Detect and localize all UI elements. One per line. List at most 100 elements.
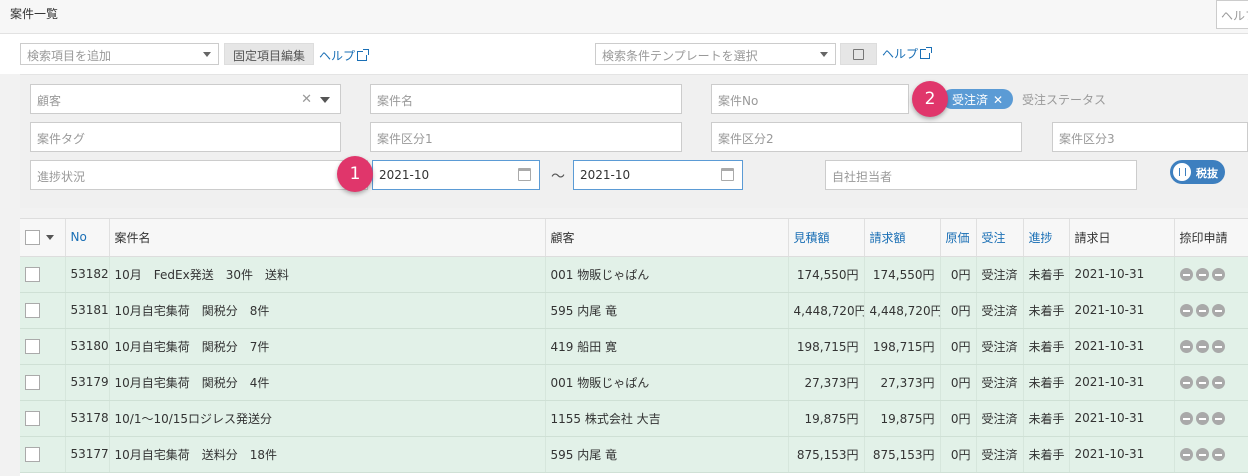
cell-progress: 未着手 [1023, 400, 1070, 437]
cell-order: 受注済 [976, 400, 1024, 437]
customer-placeholder: 顧客 [37, 94, 62, 108]
search-toolbar: 検索項目を追加 固定項目編集 ヘルプ 検索条件テンプレートを選択 ヘルプ [0, 34, 1248, 74]
stamp-status-icon [1195, 376, 1209, 389]
staff-input[interactable]: 自社担当者 [825, 160, 1137, 190]
select-all-header[interactable] [20, 219, 66, 257]
date-to-input[interactable]: 2021-10 [573, 160, 743, 190]
cell-no: 53179 [65, 364, 110, 401]
header-progress[interactable]: 進捗 [1023, 219, 1070, 257]
cell-case-name[interactable]: 10月自宅集荷 関税分 7件 [109, 328, 546, 365]
stamp-status-icon [1195, 304, 1209, 317]
cell-estimate: 875,153円 [788, 436, 865, 473]
cell-case-name[interactable]: 10/1～10/15ロジレス発送分 [109, 400, 546, 437]
stamp-status-icon [1195, 412, 1209, 425]
cell-invoice-date: 2021-10-31 [1069, 256, 1175, 293]
cell-progress: 未着手 [1023, 364, 1070, 401]
stamp-status-icon [1211, 448, 1225, 461]
help-link[interactable]: ヘルプ [319, 47, 370, 64]
add-search-item-select[interactable]: 検索項目を追加 [20, 43, 219, 65]
save-icon [853, 49, 864, 60]
table-row[interactable]: 53182 10月 FedEx発送 30件 送料 001 物販じゃぱん 174,… [20, 256, 1248, 293]
row-checkbox-cell[interactable] [20, 436, 66, 473]
header-order[interactable]: 受注 [976, 219, 1024, 257]
table-row[interactable]: 53178 10/1～10/15ロジレス発送分 1155 株式会社 大吉 19,… [20, 400, 1248, 437]
row-checkbox-cell[interactable] [20, 256, 66, 293]
tax-toggle[interactable]: 税抜 [1170, 160, 1225, 184]
cell-customer: 001 物販じゃぱん [545, 364, 789, 401]
row-checkbox[interactable] [25, 338, 40, 354]
cell-stamp [1174, 328, 1248, 365]
fixed-item-edit-button[interactable]: 固定項目編集 [224, 43, 315, 65]
help-link-label: ヘルプ [319, 49, 356, 63]
cell-estimate: 4,448,720円 [788, 292, 865, 329]
row-checkbox-cell[interactable] [20, 364, 66, 401]
cell-case-name[interactable]: 10月自宅集荷 送料分 18件 [109, 436, 546, 473]
customer-select[interactable]: 顧客 ✕ [30, 84, 341, 114]
date-to-value: 2021-10 [580, 168, 631, 182]
step-marker-1: 1 [337, 156, 373, 192]
cell-progress: 未着手 [1023, 436, 1070, 473]
case-category1-input[interactable]: 案件区分1 [370, 122, 682, 152]
cell-invoice-date: 2021-10-31 [1069, 400, 1175, 437]
table-row[interactable]: 53179 10月自宅集荷 関税分 4件 001 物販じゃぱん 27,373円 … [20, 364, 1248, 401]
cell-no: 53181 [65, 292, 110, 329]
row-checkbox-cell[interactable] [20, 400, 66, 437]
header-cost[interactable]: 原価 [940, 219, 977, 257]
help-search-input[interactable]: ヘルプ [1216, 0, 1248, 29]
cell-estimate: 27,373円 [788, 364, 865, 401]
header-invoice[interactable]: 請求額 [864, 219, 941, 257]
chevron-down-icon[interactable] [46, 234, 54, 240]
cell-stamp [1174, 364, 1248, 401]
status-chip-label: 受注済 [952, 93, 989, 107]
cell-cost: 0円 [940, 400, 977, 437]
case-tag-input[interactable]: 案件タグ [30, 122, 341, 152]
help-link-2[interactable]: ヘルプ [882, 45, 933, 62]
save-template-button[interactable] [840, 43, 877, 65]
case-category2-input[interactable]: 案件区分2 [711, 122, 1022, 152]
clear-icon[interactable]: ✕ [301, 92, 312, 107]
top-bar: 案件一覧 ヘルプ [0, 0, 1248, 34]
table-row[interactable]: 53181 10月自宅集荷 関税分 8件 595 内尾 竜 4,448,720円… [20, 292, 1248, 329]
cell-order: 受注済 [976, 436, 1024, 473]
case-name-input[interactable]: 案件名 [370, 84, 682, 114]
stamp-status-icon [1179, 304, 1193, 317]
cell-stamp [1174, 256, 1248, 293]
case-table: No 案件名 顧客 見積額 請求額 原価 受注 進捗 請求日 捺印申請 5318… [20, 218, 1248, 476]
cell-case-name[interactable]: 10月自宅集荷 関税分 8件 [109, 292, 546, 329]
template-select[interactable]: 検索条件テンプレートを選択 [595, 43, 836, 65]
row-checkbox[interactable] [25, 446, 40, 462]
table-row[interactable]: 53177 10月自宅集荷 送料分 18件 595 内尾 竜 875,153円 … [20, 436, 1248, 473]
page-title: 案件一覧 [10, 7, 59, 21]
stamp-status-icon [1211, 340, 1225, 353]
row-checkbox[interactable] [25, 374, 40, 390]
header-estimate[interactable]: 見積額 [788, 219, 865, 257]
calendar-icon [518, 168, 531, 181]
cell-case-name[interactable]: 10月自宅集荷 関税分 4件 [109, 364, 546, 401]
remove-chip-icon[interactable]: ✕ [993, 93, 1003, 107]
row-checkbox[interactable] [25, 410, 40, 426]
stamp-status-icon [1179, 268, 1193, 281]
stamp-status-icon [1211, 268, 1225, 281]
status-chip[interactable]: 受注済 ✕ [942, 89, 1014, 109]
add-search-item-placeholder: 検索項目を追加 [27, 49, 112, 63]
cell-invoice: 27,373円 [864, 364, 941, 401]
cell-customer: 001 物販じゃぱん [545, 256, 789, 293]
case-category3-input[interactable]: 案件区分3 [1052, 122, 1248, 152]
row-checkbox-cell[interactable] [20, 292, 66, 329]
cell-case-name[interactable]: 10月 FedEx発送 30件 送料 [109, 256, 546, 293]
row-checkbox[interactable] [25, 266, 40, 282]
status-input[interactable]: 受注ステータス [1022, 91, 1106, 108]
row-checkbox-cell[interactable] [20, 328, 66, 365]
select-all-checkbox[interactable] [25, 229, 40, 245]
cell-customer: 1155 株式会社 大吉 [545, 400, 789, 437]
cell-invoice-date: 2021-10-31 [1069, 292, 1175, 329]
cell-no: 53182 [65, 256, 110, 293]
table-row[interactable]: 53180 10月自宅集荷 関税分 7件 419 船田 寛 198,715円 1… [20, 328, 1248, 365]
progress-input[interactable]: 進捗状況 [30, 160, 368, 190]
case-no-input[interactable]: 案件No [711, 84, 909, 114]
help-link-label: ヘルプ [882, 47, 919, 61]
row-checkbox[interactable] [25, 302, 40, 318]
date-from-input[interactable]: 2021-10 [372, 160, 540, 190]
header-no[interactable]: No [65, 219, 110, 257]
step-marker-2: 2 [912, 81, 948, 117]
